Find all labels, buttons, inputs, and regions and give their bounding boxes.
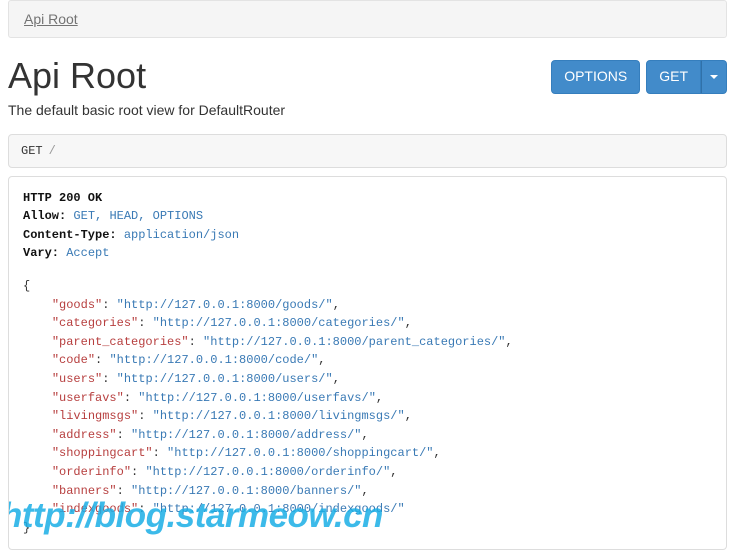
get-button-group: GET bbox=[646, 60, 727, 94]
header-vary: Vary: Accept bbox=[23, 244, 712, 263]
json-entry: "orderinfo": "http://127.0.0.1:8000/orde… bbox=[23, 463, 712, 482]
endpoint-link[interactable]: http://127.0.0.1:8000/indexgoods/ bbox=[160, 502, 398, 516]
endpoint-link[interactable]: http://127.0.0.1:8000/shoppingcart/ bbox=[174, 446, 426, 460]
header-content-type: Content-Type: application/json bbox=[23, 226, 712, 245]
page-description: The default basic root view for DefaultR… bbox=[8, 102, 727, 118]
request-bar: GET / bbox=[8, 134, 727, 168]
json-entry: "users": "http://127.0.0.1:8000/users/", bbox=[23, 370, 712, 389]
request-method: GET bbox=[21, 144, 43, 158]
header-allow: Allow: GET, HEAD, OPTIONS bbox=[23, 207, 712, 226]
allow-value: GET bbox=[73, 209, 95, 223]
json-entry: "banners": "http://127.0.0.1:8000/banner… bbox=[23, 482, 712, 501]
json-entry: "indexgoods": "http://127.0.0.1:8000/ind… bbox=[23, 500, 712, 519]
response-body: { "goods": "http://127.0.0.1:8000/goods/… bbox=[23, 277, 712, 537]
allow-value: OPTIONS bbox=[153, 209, 203, 223]
chevron-down-icon bbox=[710, 75, 718, 79]
endpoint-link[interactable]: http://127.0.0.1:8000/goods/ bbox=[124, 298, 326, 312]
get-dropdown-toggle[interactable] bbox=[701, 60, 727, 94]
json-entry: "shoppingcart": "http://127.0.0.1:8000/s… bbox=[23, 444, 712, 463]
request-path: / bbox=[49, 144, 56, 158]
status-line: HTTP 200 OK bbox=[23, 191, 102, 205]
page-header: Api Root OPTIONS GET bbox=[8, 56, 727, 96]
endpoint-link[interactable]: http://127.0.0.1:8000/parent_categories/ bbox=[210, 335, 498, 349]
json-entry: "code": "http://127.0.0.1:8000/code/", bbox=[23, 351, 712, 370]
endpoint-link[interactable]: http://127.0.0.1:8000/userfavs/ bbox=[145, 391, 368, 405]
options-button[interactable]: OPTIONS bbox=[551, 60, 640, 94]
breadcrumb: Api Root bbox=[8, 0, 727, 38]
json-entry: "address": "http://127.0.0.1:8000/addres… bbox=[23, 426, 712, 445]
page-title: Api Root bbox=[8, 56, 146, 96]
json-entry: "parent_categories": "http://127.0.0.1:8… bbox=[23, 333, 712, 352]
json-entry: "userfavs": "http://127.0.0.1:8000/userf… bbox=[23, 389, 712, 408]
endpoint-link[interactable]: http://127.0.0.1:8000/banners/ bbox=[138, 484, 354, 498]
endpoint-link[interactable]: http://127.0.0.1:8000/orderinfo/ bbox=[153, 465, 383, 479]
json-entry: "categories": "http://127.0.0.1:8000/cat… bbox=[23, 314, 712, 333]
allow-value: HEAD bbox=[109, 209, 138, 223]
endpoint-link[interactable]: http://127.0.0.1:8000/livingmsgs/ bbox=[160, 409, 398, 423]
json-entry: "goods": "http://127.0.0.1:8000/goods/", bbox=[23, 296, 712, 315]
breadcrumb-link-root[interactable]: Api Root bbox=[24, 11, 78, 27]
endpoint-link[interactable]: http://127.0.0.1:8000/address/ bbox=[138, 428, 354, 442]
action-buttons: OPTIONS GET bbox=[551, 60, 727, 94]
get-button[interactable]: GET bbox=[646, 60, 701, 94]
response-box: HTTP 200 OK Allow: GET, HEAD, OPTIONS Co… bbox=[8, 176, 727, 551]
endpoint-link[interactable]: http://127.0.0.1:8000/categories/ bbox=[160, 316, 398, 330]
endpoint-link[interactable]: http://127.0.0.1:8000/users/ bbox=[124, 372, 326, 386]
json-entry: "livingmsgs": "http://127.0.0.1:8000/liv… bbox=[23, 407, 712, 426]
endpoint-link[interactable]: http://127.0.0.1:8000/code/ bbox=[117, 353, 311, 367]
